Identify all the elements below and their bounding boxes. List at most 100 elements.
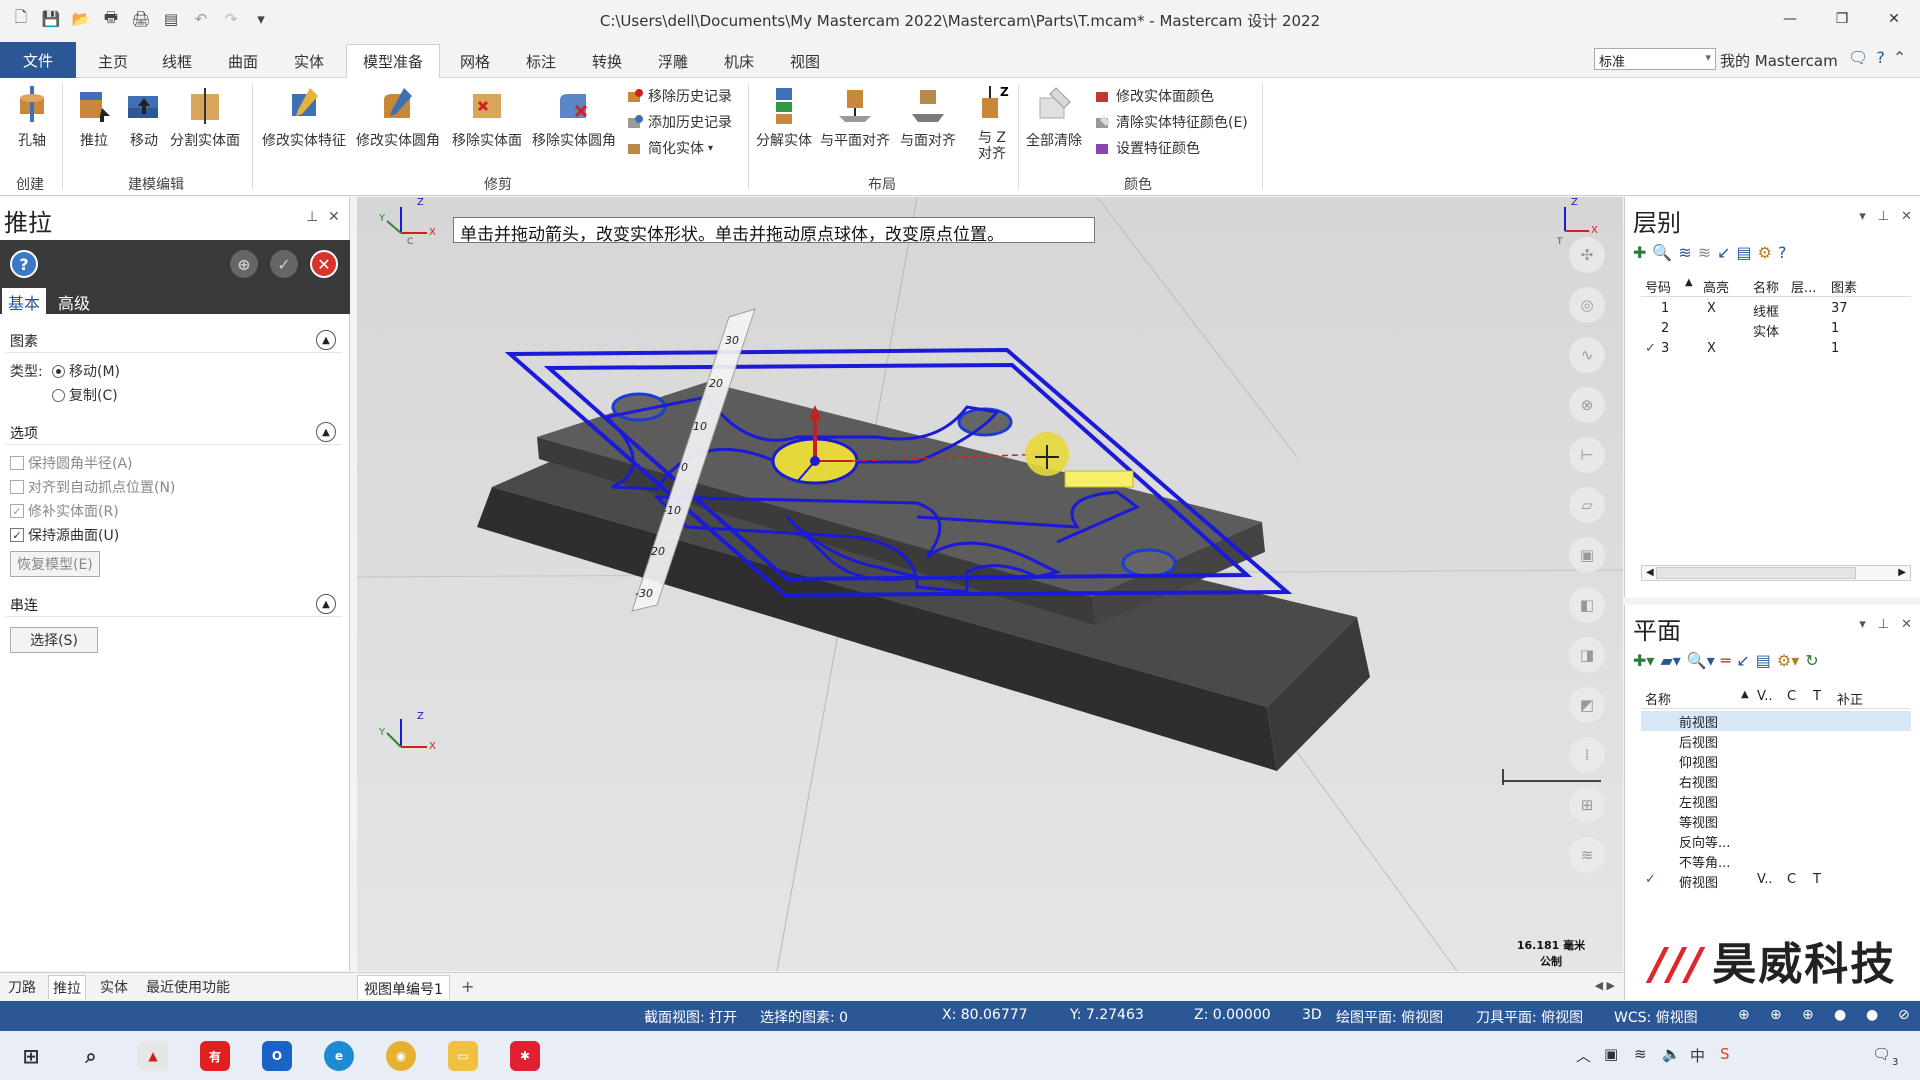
my-mastercam-link[interactable]: 我的 Mastercam — [1720, 50, 1838, 71]
settings-icon[interactable]: ⚙▾ — [1777, 651, 1799, 670]
windows-start-icon[interactable]: ⊞ — [16, 1041, 46, 1071]
notification-icon[interactable]: 🗨 — [1872, 1045, 1891, 1063]
find-icon[interactable]: 🔍▾ — [1687, 651, 1715, 670]
restore-model-button[interactable]: 恢复模型(E) — [10, 551, 100, 577]
volume-icon[interactable]: 🔈 — [1662, 1045, 1681, 1063]
chrome-icon[interactable]: ◉ — [386, 1041, 416, 1071]
arrow-icon[interactable]: ↙ — [1736, 651, 1749, 670]
list-item[interactable]: 等视图 — [1641, 811, 1911, 831]
list-item[interactable]: 左视图 — [1641, 791, 1911, 811]
help-icon[interactable]: ? — [1876, 48, 1885, 67]
remove-solid-fillet-button[interactable]: 移除实体圆角 — [532, 84, 616, 150]
horizontal-scrollbar[interactable]: ◀ ▶ — [1641, 565, 1911, 581]
align-to-plane-button[interactable]: 与平面对齐 — [820, 84, 890, 150]
sogou-icon[interactable]: S — [1720, 1045, 1730, 1063]
outlook-icon[interactable]: O — [262, 1041, 292, 1071]
modify-solid-feature-button[interactable]: 修改实体特征 — [262, 84, 346, 150]
col-entities[interactable]: 图素 — [1831, 277, 1857, 296]
pin-icon[interactable]: ⊥ — [306, 209, 318, 225]
app-icon[interactable]: ▲ — [138, 1041, 168, 1071]
tab-drafting[interactable]: 标注 — [516, 44, 566, 78]
ok-icon[interactable]: ✓ — [270, 250, 298, 278]
view-toolbar-measure-icon[interactable]: ⊢ — [1569, 437, 1605, 473]
cancel-icon[interactable]: ✕ — [310, 250, 338, 278]
cplane-status[interactable]: 绘图平面: 俯视图 — [1336, 1007, 1443, 1027]
col-view[interactable]: V.. — [1757, 689, 1772, 704]
pin-icon[interactable]: ⊥ — [1878, 617, 1889, 632]
set-feature-color-button[interactable]: 设置特征颜色 — [1094, 138, 1200, 158]
col-highlight[interactable]: 高亮 — [1703, 277, 1729, 296]
remove-history-button[interactable]: 移除历史记录 — [626, 86, 732, 106]
settings-icon[interactable]: ⚙ — [1758, 243, 1772, 262]
view-toolbar-cube-icon[interactable]: ◨ — [1569, 637, 1605, 673]
col-level[interactable]: 层... — [1791, 277, 1816, 296]
panel-close-icon[interactable]: ✕ — [1901, 617, 1912, 632]
view-toolbar-box-icon[interactable]: ▣ — [1569, 537, 1605, 573]
tab-solids-manager[interactable]: 实体 — [96, 977, 132, 997]
tplane-status[interactable]: 刀具平面: 俯视图 — [1476, 1007, 1583, 1027]
section-view-status[interactable]: 截面视图: 打开 — [644, 1007, 737, 1027]
viewsheet-tab[interactable]: 视图单编号1 — [357, 975, 450, 999]
align-auto-cursor-checkbox[interactable]: 对齐到自动抓点位置(N) — [10, 477, 175, 497]
help-icon[interactable]: ? — [10, 250, 38, 278]
modify-face-color-button[interactable]: 修改实体面颜色 — [1094, 86, 1214, 106]
tray-expand-icon[interactable]: ︿ — [1576, 1045, 1591, 1066]
globe-icon[interactable]: ⊕ — [1802, 1007, 1814, 1023]
col-t[interactable]: T — [1813, 689, 1821, 704]
tab-mesh[interactable]: 网格 — [450, 44, 500, 78]
tab-push-pull[interactable]: 推拉 — [48, 975, 86, 999]
collapse-icon[interactable]: ▲ — [316, 330, 336, 350]
tab-basic[interactable]: 基本 — [2, 288, 47, 314]
view-toolbar-curve-icon[interactable]: ∿ — [1569, 337, 1605, 373]
panel-menu-icon[interactable]: ▾ — [1859, 617, 1866, 632]
list-item[interactable]: 后视图 — [1641, 731, 1911, 751]
panel-close-icon[interactable]: ✕ — [328, 209, 340, 225]
tab-home[interactable]: 主页 — [88, 44, 138, 78]
split-solid-face-button[interactable]: 分割实体面 — [170, 84, 240, 150]
tab-toolpaths[interactable]: 刀路 — [4, 977, 40, 997]
wcs-status[interactable]: WCS: 俯视图 — [1614, 1007, 1698, 1027]
list-view-icon[interactable]: ▤ — [1756, 651, 1771, 670]
view-toolbar-circle-icon[interactable]: ◎ — [1569, 287, 1605, 323]
layers-gray-icon[interactable]: ≋ — [1698, 243, 1711, 262]
clear-feature-color-button[interactable]: 清除实体特征颜色(E) — [1094, 112, 1248, 132]
list-item[interactable]: 仰视图 — [1641, 751, 1911, 771]
list-item[interactable]: ✓ 俯视图 V.. C T — [1641, 871, 1911, 891]
col-c[interactable]: C — [1787, 689, 1796, 704]
help-icon[interactable]: ? — [1778, 243, 1787, 262]
tab-machine[interactable]: 机床 — [714, 44, 764, 78]
no-icon[interactable]: ⊘ — [1898, 1007, 1910, 1023]
sphere-icon[interactable]: ● — [1866, 1007, 1878, 1023]
entities-section-header[interactable]: 图素 ▲ — [6, 327, 342, 353]
options-section-header[interactable]: 选项 ▲ — [6, 419, 342, 445]
add-history-button[interactable]: 添加历史记录 — [626, 112, 732, 132]
disassemble-solid-button[interactable]: 分解实体 — [756, 84, 812, 150]
minimize-button[interactable]: — — [1764, 0, 1816, 38]
clear-all-button[interactable]: 全部清除 — [1026, 84, 1082, 150]
table-row[interactable]: 1 X 线框 37 — [1641, 299, 1911, 320]
hole-axis-button[interactable]: 孔轴 — [12, 84, 52, 150]
collapse-icon[interactable]: ▲ — [316, 594, 336, 614]
tab-recent-functions[interactable]: 最近使用功能 — [142, 977, 234, 997]
restore-button[interactable]: ❐ — [1816, 0, 1868, 38]
tab-relief[interactable]: 浮雕 — [648, 44, 698, 78]
find-icon[interactable]: 🔍 — [1652, 243, 1672, 262]
message-icon[interactable]: 🗨 — [1848, 48, 1868, 67]
tab-solids[interactable]: 实体 — [284, 44, 334, 78]
chain-section-header[interactable]: 串连 ▲ — [6, 591, 342, 617]
list-view-icon[interactable]: ▤ — [1737, 243, 1752, 262]
panel-close-icon[interactable]: ✕ — [1901, 209, 1912, 224]
view-toolbar-layers-icon[interactable]: ≋ — [1569, 837, 1605, 873]
tab-file[interactable]: 文件 — [0, 42, 76, 78]
tab-advanced[interactable]: 高级 — [52, 288, 96, 314]
panel-menu-icon[interactable]: ▾ — [1859, 209, 1866, 224]
tab-surfaces[interactable]: 曲面 — [218, 44, 268, 78]
tab-transform[interactable]: 转换 — [582, 44, 632, 78]
move-radio[interactable]: 移动(M) — [52, 361, 120, 381]
close-window-button[interactable]: ✕ — [1868, 0, 1920, 38]
align-to-face-button[interactable]: 与面对齐 — [900, 84, 956, 150]
list-item[interactable]: 右视图 — [1641, 771, 1911, 791]
globe-icon[interactable]: ⊕ — [1738, 1007, 1750, 1023]
sphere-icon[interactable]: ● — [1834, 1007, 1846, 1023]
col-offset[interactable]: 补正 — [1837, 689, 1863, 708]
